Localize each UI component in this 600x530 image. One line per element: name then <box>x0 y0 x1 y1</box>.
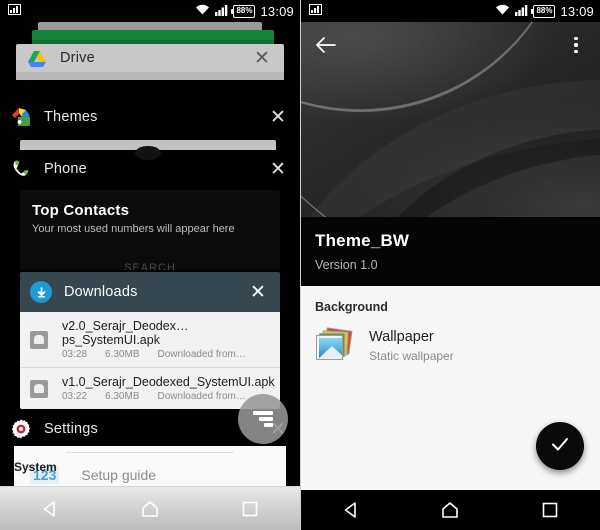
recents-stack[interactable]: Drive ✕ Themes ✕ Phone ✕ Top Contacts Yo… <box>0 22 300 486</box>
wallpaper-title: Wallpaper <box>369 329 434 345</box>
download-icon <box>30 281 52 303</box>
list-item-content: v2.0_Serajr_Deodex…ps_SystemUI.apk 03:28… <box>62 319 270 360</box>
clear-all-button[interactable] <box>238 394 288 444</box>
download-name: v2.0_Serajr_Deodex…ps_SystemUI.apk <box>62 319 189 347</box>
top-contacts-title: Top Contacts <box>32 202 130 219</box>
signal-icon <box>515 4 528 19</box>
recents-icon[interactable] <box>527 495 573 525</box>
clear-all-icon <box>253 409 273 429</box>
download-size: 6.30MB <box>105 391 140 402</box>
list-item-content: v1.0_Serajr_Deodexed_SystemUI.apk 03:22 … <box>62 375 275 402</box>
themes-icon <box>10 106 32 128</box>
wallpaper-subtitle: Static wallpaper <box>369 349 454 363</box>
status-bar-left-icons <box>8 4 21 18</box>
back-icon[interactable] <box>27 494 73 524</box>
wifi-icon <box>495 4 510 19</box>
recent-card-themes[interactable]: Themes ✕ <box>0 100 300 134</box>
wallpaper-text: Wallpaper Static wallpaper <box>369 328 454 363</box>
download-source: Downloaded from… <box>157 349 246 360</box>
overflow-menu-icon[interactable] <box>564 32 588 58</box>
battery-indicator: 88% <box>531 4 556 18</box>
recents-icon[interactable] <box>227 494 273 524</box>
clock: 13:09 <box>260 3 294 19</box>
recent-card-title: Downloads <box>64 284 138 300</box>
apply-theme-button[interactable] <box>536 422 584 470</box>
app-bar <box>301 22 600 68</box>
back-arrow-icon[interactable] <box>313 32 339 58</box>
home-icon[interactable] <box>127 494 173 524</box>
theme-content: Background Wallpaper Static wallpaper <box>301 286 600 490</box>
download-time: 03:28 <box>62 349 88 360</box>
back-icon[interactable] <box>328 495 374 525</box>
status-bar-left-icons <box>309 4 322 18</box>
theme-title: Theme_BW <box>315 231 410 250</box>
check-icon <box>548 432 572 461</box>
screenshot-icon <box>8 4 21 18</box>
signal-icon <box>215 4 228 19</box>
recent-card-drive-header[interactable]: Drive ✕ <box>16 44 284 72</box>
download-time: 03:22 <box>62 391 88 402</box>
system-label: System <box>14 460 57 474</box>
screenshot-icon <box>309 4 322 18</box>
drive-icon <box>26 47 48 69</box>
close-icon[interactable]: ✕ <box>268 160 288 179</box>
wifi-icon <box>195 4 210 19</box>
recent-card-title: Themes <box>44 109 98 125</box>
photos-stack-icon <box>315 326 353 363</box>
recent-card-drive-body <box>16 72 284 80</box>
status-bar-left: 88% 13:09 <box>0 0 300 22</box>
download-size: 6.30MB <box>105 349 140 360</box>
download-source: Downloaded from… <box>157 391 246 402</box>
recent-card-strip[interactable] <box>20 140 276 150</box>
download-name: v1.0_Serajr_Deodexed_SystemUI.apk <box>62 375 275 389</box>
recent-card-sliver[interactable] <box>38 22 262 30</box>
recent-card-phone-header[interactable]: Phone ✕ <box>0 152 300 186</box>
close-icon[interactable]: ✕ <box>252 49 272 68</box>
download-meta: 03:28 6.30MB Downloaded from… <box>62 349 270 360</box>
top-contacts-panel[interactable]: Top Contacts Your most used numbers will… <box>20 190 280 270</box>
recent-card-green[interactable] <box>32 30 274 44</box>
settings-gear-icon <box>10 418 32 440</box>
wallpaper-row[interactable]: Wallpaper Static wallpaper <box>301 324 600 377</box>
list-item[interactable]: v1.0_Serajr_Deodexed_SystemUI.apk 03:22 … <box>20 367 280 409</box>
theme-preview-image <box>301 22 600 217</box>
setup-guide-label: Setup guide <box>81 467 157 483</box>
list-item[interactable]: v2.0_Serajr_Deodex…ps_SystemUI.apk 03:28… <box>20 312 280 367</box>
top-contacts-subtitle: Your most used numbers will appear here <box>32 223 235 235</box>
recent-card-title: Settings <box>44 421 98 437</box>
close-icon[interactable]: ✕ <box>248 283 268 302</box>
status-bar-right-icons: 88% 13:09 <box>195 4 294 19</box>
apk-icon <box>30 330 48 349</box>
navigation-bar-right <box>301 490 600 530</box>
downloads-list: v2.0_Serajr_Deodex…ps_SystemUI.apk 03:28… <box>20 312 280 409</box>
right-phone-panel: 88% 13:09 Theme_BW Version 1.0 Backgroun… <box>300 0 600 530</box>
phone-icon <box>10 158 32 180</box>
top-contacts-ghost-action: SEARCH <box>124 262 176 270</box>
left-phone-panel: 88% 13:09 Drive ✕ Themes ✕ Phone ✕ Top C… <box>0 0 300 530</box>
recent-card-phone[interactable]: Phone ✕ <box>0 152 300 186</box>
theme-meta: Theme_BW Version 1.0 <box>301 217 600 286</box>
theme-version: Version 1.0 <box>315 258 378 272</box>
clock: 13:09 <box>560 3 594 19</box>
status-bar-right: 88% 13:09 <box>301 0 600 22</box>
recent-card-themes-header[interactable]: Themes ✕ <box>0 100 300 134</box>
download-meta: 03:22 6.30MB Downloaded from… <box>62 391 275 402</box>
recent-card-drive[interactable]: Drive ✕ <box>16 44 284 80</box>
home-icon[interactable] <box>427 495 473 525</box>
battery-indicator: 88% <box>231 4 256 18</box>
status-bar-right-icons: 88% 13:09 <box>495 4 594 19</box>
navigation-bar-left <box>0 486 300 530</box>
recent-card-downloads[interactable]: Downloads ✕ v2.0_Serajr_Deodex…ps_System… <box>20 272 280 409</box>
apk-icon <box>30 379 48 398</box>
dual-phone-screenshot: 88% 13:09 Drive ✕ Themes ✕ Phone ✕ Top C… <box>0 0 600 530</box>
section-title-background: Background <box>315 300 388 314</box>
recent-card-title: Drive <box>60 50 95 66</box>
recent-card-title: Phone <box>44 161 87 177</box>
recent-card-downloads-header[interactable]: Downloads ✕ <box>20 272 280 312</box>
close-icon[interactable]: ✕ <box>268 108 288 127</box>
